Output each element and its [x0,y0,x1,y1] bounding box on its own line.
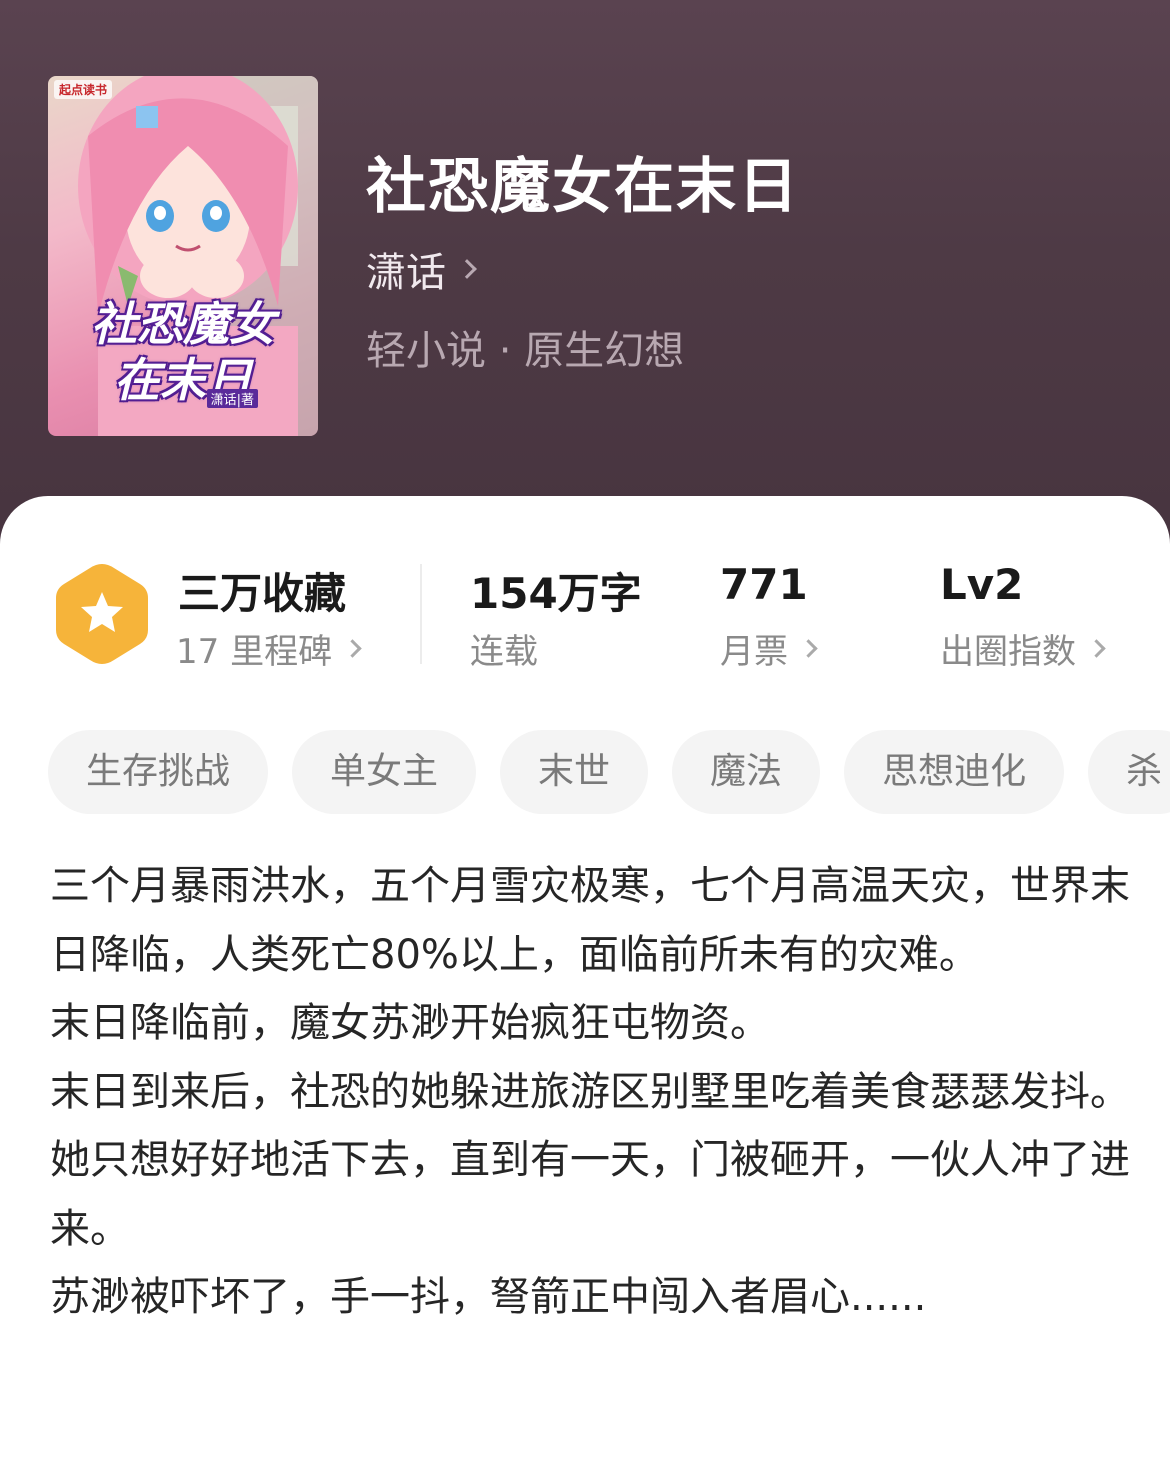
monthly-ticket-link[interactable]: 月票 [720,624,818,673]
cover-brand: 起点读书 [54,80,113,99]
synopsis-paragraph: 她只想好好地活下去，直到有一天，门被砸开，一伙人冲了进来。 [50,1137,1130,1252]
stats-divider [420,564,422,664]
cover-title: 社恐魔女 在末日 [48,296,318,408]
stats-row: 三万收藏 17 里程碑 154万字 连载 771 月票 Lv2 出圈指数 [0,556,1170,676]
synopsis-paragraph: 苏渺被吓坏了，手一抖，弩箭正中闯入者眉心...... [50,1274,927,1320]
synopsis-paragraph: 末日到来后，社恐的她躲进旅游区别墅里吃着美食瑟瑟发抖。 [50,1068,1130,1115]
star-hexagon-icon [56,564,148,664]
milestone-label: 17 里程碑 [176,632,333,672]
chevron-right-icon [799,639,818,658]
tag-chip[interactable]: 末世 [500,730,649,814]
chevron-right-icon [343,639,362,658]
collections-value: 三万收藏 [178,569,347,618]
monthly-ticket-label: 月票 [720,632,788,672]
popularity-label: 出圈指数 [940,632,1076,672]
author-name: 潇话 [366,250,446,296]
popularity-link[interactable]: 出圈指数 [940,624,1106,673]
popularity-value: Lv2 [940,560,1024,609]
tag-chip[interactable]: 杀 [1088,730,1170,814]
milestone-link[interactable]: 17 里程碑 [176,624,362,673]
word-count-value: 154万字 [470,569,642,618]
book-title: 社恐魔女在末日 [366,152,800,222]
author-link[interactable]: 潇话 [366,240,477,298]
book-category: 轻小说 · 原生幻想 [366,328,685,374]
tag-list: 生存挑战 单女主 末世 魔法 思想迪化杀 [48,730,1170,814]
tag-chip[interactable]: 单女主 [292,730,477,814]
tag-chip[interactable]: 思想迪化 [844,730,1065,814]
cover-title-line2: 在末日 [114,353,252,407]
synopsis-paragraph: 末日降临前，魔女苏渺开始疯狂屯物资。 [50,1000,770,1046]
chevron-right-icon [457,259,477,279]
book-cover[interactable]: 起点读书 社恐魔女 在末日 潇话|著 [48,76,318,436]
monthly-ticket-value: 771 [720,560,808,609]
serial-status-label: 连载 [470,632,538,672]
tag-chip[interactable]: 魔法 [672,730,821,814]
book-synopsis[interactable]: 三个月暴雨洪水，五个月雪灾极寒，七个月高温天灾，世界末日降临，人类死亡80%以上… [50,852,1130,1332]
tag-chip[interactable]: 生存挑战 [48,730,269,814]
cover-title-line1: 社恐魔女 [91,297,275,351]
cover-author: 潇话|著 [206,389,258,408]
chevron-right-icon [1087,639,1106,658]
serial-status: 连载 [470,624,538,673]
synopsis-paragraph: 三个月暴雨洪水，五个月雪灾极寒，七个月高温天灾，世界末日降临，人类死亡80%以上… [50,863,1130,978]
